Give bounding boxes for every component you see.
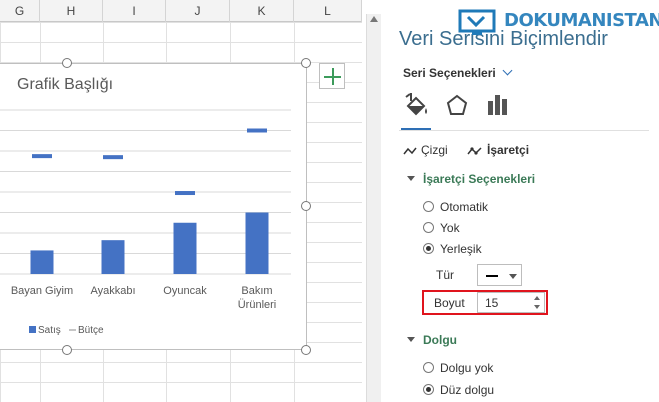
chart-area[interactable]: Bayan Giyim Ayakkabı Oyuncak Bakım Ürünleri S… (0, 63, 307, 350)
legend-label-butce: Bütçe (78, 325, 104, 336)
column-header-h[interactable]: H (40, 0, 103, 22)
tab-marker[interactable]: İşaretçi (467, 143, 529, 157)
chart-resize-handle-top-right[interactable] (301, 58, 311, 68)
watermark-monitor-icon (458, 9, 496, 35)
chevron-down-icon (502, 65, 513, 76)
category-label: Ürünleri (238, 299, 277, 311)
series-options-dropdown[interactable]: Seri Seçenekleri (403, 65, 513, 80)
watermark-text: DOKUMANISTAN (504, 10, 659, 31)
collapse-triangle-icon (407, 176, 415, 181)
column-header-bar: G H I J K L (0, 0, 362, 22)
pane-divider (399, 130, 649, 131)
marker-size-input[interactable]: 15 (477, 292, 545, 313)
chart-resize-handle-bottom-right[interactable] (301, 345, 311, 355)
series-options-category-button[interactable] (481, 88, 515, 122)
marker-options-section-header[interactable]: İşaretçi Seçenekleri (407, 172, 535, 186)
spin-up-icon[interactable] (534, 296, 540, 300)
marker-butce (32, 154, 52, 159)
marker-size-value: 15 (485, 296, 499, 310)
marker-butce (103, 155, 123, 160)
marker-butce (175, 191, 195, 196)
legend-swatch-satis (29, 326, 36, 333)
format-data-series-pane: Veri Serisini Biçimlendir DOKUMANISTAN S… (383, 0, 659, 402)
category-label: Bakım (241, 285, 272, 297)
scroll-up-arrow-icon[interactable] (370, 16, 378, 22)
tab-line[interactable]: Çizgi (403, 143, 448, 157)
spin-down-icon[interactable] (534, 305, 540, 309)
column-header-l[interactable]: L (294, 0, 362, 22)
spreadsheet-area[interactable]: G H I J K L Bayan Giyim Ayakkabı Oyuncak Ba… (0, 0, 362, 402)
legend-label-satis: Satış (38, 325, 61, 336)
radio-built-in[interactable]: Yerleşik (423, 242, 482, 256)
fill-section-title: Dolgu (423, 333, 457, 347)
category-label: Oyuncak (163, 285, 207, 297)
radio-automatic[interactable]: Otomatik (423, 200, 488, 214)
watermark-logo: DOKUMANISTAN (458, 8, 659, 38)
marker-options-title: İşaretçi Seçenekleri (423, 172, 536, 186)
tab-marker-label: İşaretçi (487, 143, 530, 157)
bar-chart-icon (488, 95, 507, 115)
radio-button[interactable] (423, 362, 434, 374)
vertical-scrollbar[interactable] (366, 14, 381, 402)
radio-button-selected[interactable] (423, 243, 434, 255)
radio-button[interactable] (423, 201, 434, 213)
collapse-triangle-icon (407, 337, 415, 342)
fill-line-category-button[interactable] (399, 88, 433, 130)
series-options-label: Seri Seçenekleri (403, 66, 496, 80)
line-chart-icon (403, 147, 417, 155)
bar-satis (173, 222, 197, 274)
radio-no-fill[interactable]: Dolgu yok (423, 361, 493, 375)
column-header-k[interactable]: K (230, 0, 294, 22)
chart-elements-button[interactable] (319, 63, 345, 89)
marker-line-icon (467, 147, 482, 155)
chart-resize-handle-right[interactable] (301, 201, 311, 211)
radio-no-fill-label: Dolgu yok (440, 361, 494, 375)
tab-line-label: Çizgi (421, 143, 448, 157)
column-header-g[interactable]: G (0, 0, 40, 22)
effects-category-button[interactable] (440, 88, 474, 122)
marker-size-label: Boyut (434, 296, 465, 310)
radio-built-in-label: Yerleşik (440, 242, 482, 256)
marker-butce (247, 128, 267, 133)
radio-button[interactable] (423, 222, 434, 234)
pentagon-icon (446, 94, 468, 115)
bar-satis (101, 240, 125, 274)
radio-button-selected[interactable] (423, 384, 434, 396)
dash-marker-icon (486, 275, 498, 277)
radio-solid-fill-label: Düz dolgu (440, 383, 495, 397)
paint-bucket-icon (405, 93, 427, 116)
fill-section-header[interactable]: Dolgu (407, 333, 457, 347)
chart-resize-handle-bottom[interactable] (62, 345, 72, 355)
radio-solid-fill[interactable]: Düz dolgu (423, 383, 494, 397)
column-header-j[interactable]: J (166, 0, 230, 22)
chart-resize-handle-top[interactable] (62, 58, 72, 68)
bar-satis (245, 212, 269, 274)
dropdown-arrow-icon (509, 274, 517, 279)
category-label: Bayan Giyim (11, 285, 73, 297)
chart-title[interactable]: Grafik Başlığı (17, 76, 113, 94)
radio-automatic-label: Otomatik (440, 200, 489, 214)
radio-none-label: Yok (440, 221, 460, 235)
bar-satis (30, 250, 54, 274)
marker-type-label: Tür (436, 268, 454, 282)
marker-type-select[interactable] (477, 264, 522, 286)
radio-none[interactable]: Yok (423, 221, 460, 235)
category-label: Ayakkabı (90, 285, 135, 297)
column-header-i[interactable]: I (103, 0, 166, 22)
chart-plot: Bayan Giyim Ayakkabı Oyuncak Bakım Ürünleri S… (0, 109, 291, 336)
